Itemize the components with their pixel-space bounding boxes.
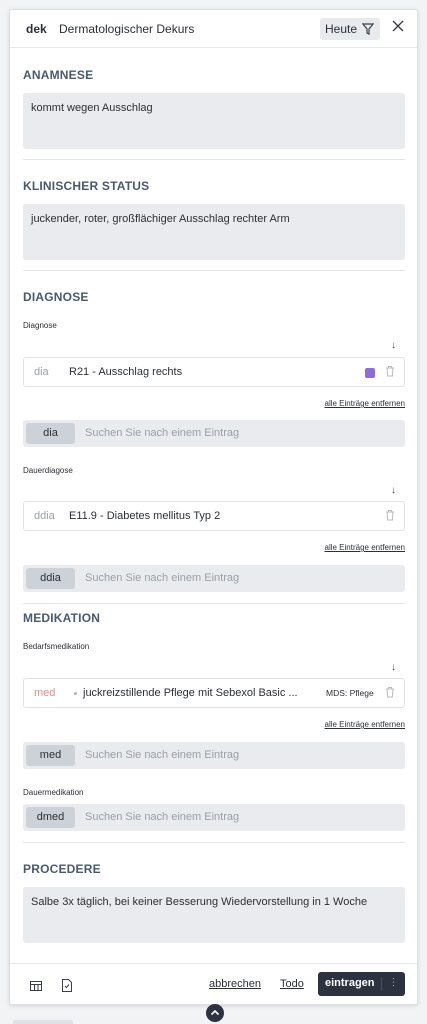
filter-icon [362, 23, 374, 35]
search-placeholder: Suchen Sie nach einem Eintrag [85, 749, 240, 761]
dauermedikation-label: Dauermedikation [23, 788, 84, 797]
panel-header: dek Dermatologischer Dekurs Heute [10, 10, 417, 48]
medikation-title: MEDIKATION [23, 611, 101, 625]
mds-badge: MDS: Pflege [326, 688, 374, 698]
search-placeholder: Suchen Sie nach einem Eintrag [85, 427, 240, 439]
procedere-textarea[interactable]: Salbe 3x täglich, bei keiner Besserung W… [23, 887, 405, 943]
dauerdiagnose-search[interactable]: ddia Suchen Sie nach einem Eintrag [23, 565, 405, 592]
diagnose-title: DIAGNOSE [23, 290, 89, 304]
document-check-icon[interactable] [62, 979, 72, 992]
entry-text: juckreizstillende Pflege mit Sebexol Bas… [83, 687, 298, 699]
divider [23, 842, 405, 843]
today-label: Heute [325, 22, 358, 36]
anamnese-title: ANAMNESE [23, 68, 94, 82]
collapse-button[interactable] [206, 1004, 224, 1022]
form-title: Dermatologischer Dekurs [59, 22, 195, 36]
dauerdiagnose-label: Dauerdiagose [23, 466, 73, 475]
cancel-button[interactable]: abbrechen [209, 978, 261, 990]
chevron-up-icon [210, 1009, 220, 1016]
entry-code: ddia [34, 510, 55, 522]
form-code: dek [26, 22, 47, 36]
bedarfsmedikation-search[interactable]: med Suchen Sie nach einem Eintrag [23, 742, 405, 769]
anamnese-textarea[interactable]: kommt wegen Ausschlag [23, 93, 405, 149]
status-title: KLINISCHER STATUS [23, 179, 150, 193]
search-tag: dmed [26, 807, 75, 828]
entry-code: dia [34, 366, 49, 378]
bottom-tab[interactable] [13, 1020, 73, 1024]
submit-label: eintragen [325, 977, 375, 989]
more-options-icon[interactable]: ⋮ [381, 977, 405, 991]
divider [23, 603, 405, 604]
entry-text: R21 - Ausschlag rechts [69, 366, 183, 378]
bedarfsmedikation-entry[interactable]: med juckreizstillende Pflege mit Sebexol… [23, 678, 405, 708]
divider [23, 270, 405, 271]
diagnose-search[interactable]: dia Suchen Sie nach einem Eintrag [23, 420, 405, 447]
remove-all-link[interactable]: alle Einträge entfernen [325, 720, 406, 729]
diagnose-entry[interactable]: dia R21 - Ausschlag rechts [23, 357, 405, 387]
search-tag: dia [26, 423, 75, 444]
trash-icon[interactable] [385, 686, 395, 698]
search-tag: med [26, 745, 75, 766]
trash-icon[interactable] [385, 365, 395, 377]
color-marker[interactable] [365, 368, 375, 378]
remove-all-link[interactable]: alle Einträge entfernen [325, 399, 406, 408]
status-textarea[interactable]: juckender, roter, großflächiger Ausschla… [23, 204, 405, 260]
procedere-title: PROCEDERE [23, 862, 101, 876]
table-icon[interactable] [30, 981, 42, 991]
dauermedikation-search[interactable]: dmed Suchen Sie nach einem Eintrag [23, 804, 405, 831]
trash-icon[interactable] [385, 509, 395, 521]
divider [23, 159, 405, 160]
sort-icon[interactable]: ↓ [391, 662, 396, 673]
bedarfsmedikation-label: Bedarfsmedikation [23, 642, 90, 651]
panel-footer: abbrechen Todo eintragen ⋮ [10, 963, 417, 1005]
entry-code: med [34, 687, 56, 699]
submit-button[interactable]: eintragen ⋮ [318, 972, 405, 996]
todo-button[interactable]: Todo [280, 978, 304, 990]
search-tag: ddia [26, 568, 75, 589]
sort-icon[interactable]: ↓ [391, 340, 396, 351]
sort-icon[interactable]: ↓ [391, 485, 396, 496]
today-filter-button[interactable]: Heute [320, 18, 380, 40]
bullet-icon [74, 692, 77, 695]
dekurs-panel: dek Dermatologischer Dekurs Heute ANAMNE… [9, 9, 418, 1005]
search-placeholder: Suchen Sie nach einem Eintrag [85, 811, 240, 823]
remove-all-link[interactable]: alle Einträge entfernen [325, 543, 406, 552]
close-icon[interactable] [391, 19, 405, 33]
entry-text: E11.9 - Diabetes mellitus Typ 2 [69, 510, 221, 522]
dauerdiagnose-entry[interactable]: ddia E11.9 - Diabetes mellitus Typ 2 [23, 501, 405, 531]
diagnose-label: Diagnose [23, 321, 57, 330]
search-placeholder: Suchen Sie nach einem Eintrag [85, 572, 240, 584]
